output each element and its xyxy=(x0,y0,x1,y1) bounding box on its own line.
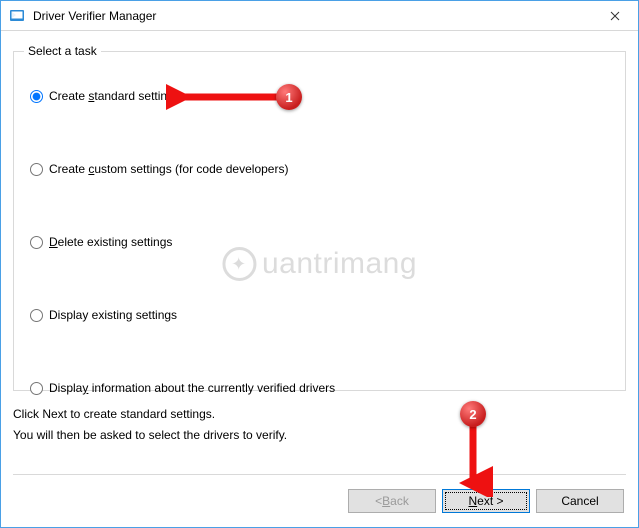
info-text: Click Next to create standard settings. … xyxy=(13,405,626,445)
radio-display-existing[interactable]: Display existing settings xyxy=(30,305,609,325)
info-line1: Click Next to create standard settings. xyxy=(13,405,626,424)
radio-input-create-custom[interactable] xyxy=(30,163,43,176)
info-line2: You will then be asked to select the dri… xyxy=(13,426,626,445)
button-row: < Back Next > Cancel xyxy=(348,489,624,513)
radio-label: Create custom settings (for code develop… xyxy=(49,162,288,176)
radio-input-display-info[interactable] xyxy=(30,382,43,395)
cancel-button[interactable]: Cancel xyxy=(536,489,624,513)
radio-input-create-standard[interactable] xyxy=(30,90,43,103)
close-button[interactable] xyxy=(592,1,638,30)
radio-input-delete-existing[interactable] xyxy=(30,236,43,249)
window-title: Driver Verifier Manager xyxy=(33,9,156,23)
radio-label: Display information about the currently … xyxy=(49,381,335,395)
client-area: Select a task Create standard settings C… xyxy=(13,43,626,477)
separator xyxy=(13,474,626,475)
app-icon xyxy=(9,8,25,24)
back-button: < Back xyxy=(348,489,436,513)
titlebar: Driver Verifier Manager xyxy=(1,1,638,31)
radio-label: Display existing settings xyxy=(49,308,177,322)
task-groupbox: Select a task Create standard settings C… xyxy=(13,51,626,391)
radio-input-display-existing[interactable] xyxy=(30,309,43,322)
radio-label: Create standard settings xyxy=(49,89,180,103)
radio-delete-existing[interactable]: Delete existing settings xyxy=(30,232,609,252)
group-legend: Select a task xyxy=(24,44,101,58)
close-icon xyxy=(610,11,620,21)
radio-create-custom[interactable]: Create custom settings (for code develop… xyxy=(30,159,609,179)
radio-display-info[interactable]: Display information about the currently … xyxy=(30,378,609,398)
radio-label: Delete existing settings xyxy=(49,235,172,249)
next-button[interactable]: Next > xyxy=(442,489,530,513)
radio-create-standard[interactable]: Create standard settings xyxy=(30,86,609,106)
